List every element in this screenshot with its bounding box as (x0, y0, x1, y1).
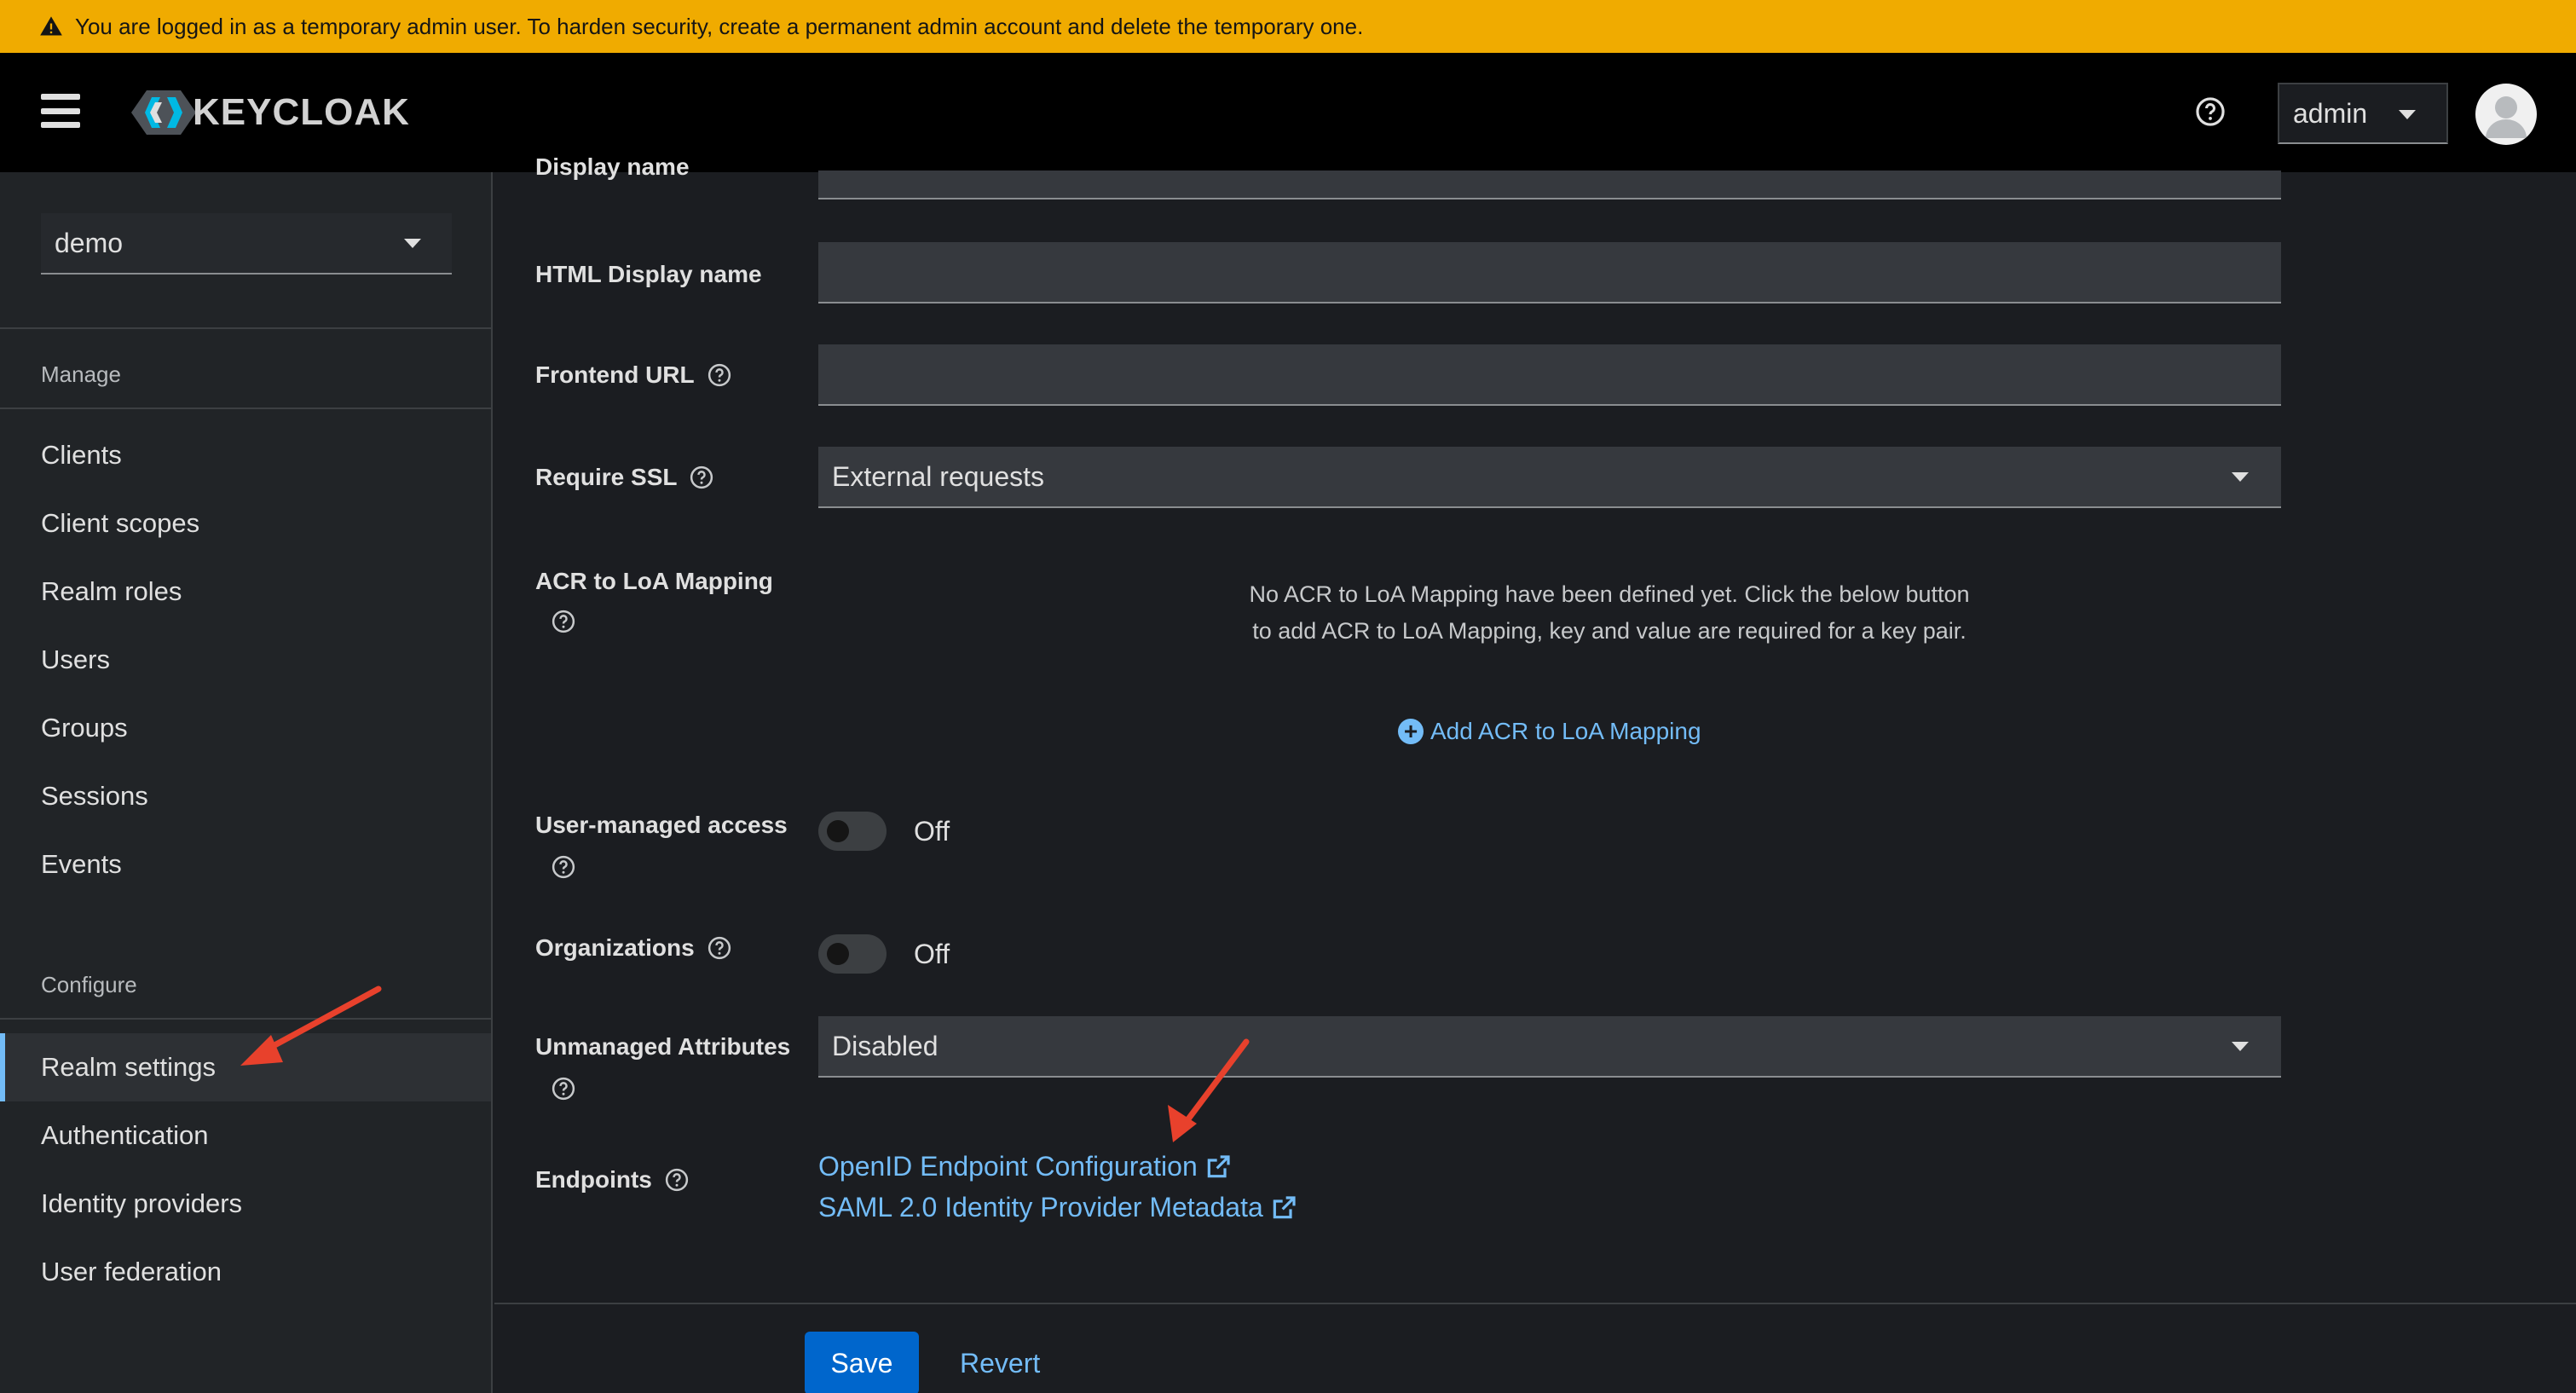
save-button[interactable]: Save (805, 1332, 919, 1393)
external-link-icon (1207, 1154, 1230, 1177)
user-menu-dropdown[interactable]: admin (2278, 83, 2448, 144)
help-icon[interactable] (707, 935, 732, 961)
help-icon[interactable] (707, 362, 732, 388)
nav-section-configure: Configure (41, 972, 137, 997)
realm-selector-label: demo (55, 227, 124, 258)
revert-button[interactable]: Revert (960, 1332, 1040, 1393)
sidebar-divider (0, 407, 493, 409)
external-link-icon (1273, 1195, 1296, 1218)
help-icon[interactable] (2194, 95, 2227, 128)
sidebar-divider (0, 1018, 493, 1020)
sidebar-item-identity-providers[interactable]: Identity providers (0, 1170, 491, 1238)
sidebar: demo Manage Clients Client scopes Realm … (0, 172, 493, 1393)
user-managed-access-toggle[interactable] (818, 812, 887, 851)
html-display-name-label-text: HTML Display name (535, 261, 762, 287)
help-icon[interactable] (689, 465, 714, 490)
frontend-url-label: Frontend URL (535, 358, 732, 392)
avatar[interactable] (2475, 84, 2537, 145)
keycloak-logo[interactable]: KEYCLOAK (130, 87, 410, 138)
frontend-url-input[interactable] (818, 344, 2281, 406)
openid-endpoint-configuration-link[interactable]: OpenID Endpoint Configuration (818, 1151, 1232, 1182)
help-icon[interactable] (551, 609, 576, 634)
acr-loa-mapping-label: ACR to LoA Mapping (535, 564, 773, 598)
require-ssl-select[interactable]: External requests (818, 447, 2281, 508)
logo-text: KEYCLOAK (193, 91, 410, 133)
sidebar-item-user-federation[interactable]: User federation (0, 1238, 491, 1306)
add-acr-loa-mapping-button[interactable]: + Add ACR to LoA Mapping (1398, 718, 1701, 745)
user-managed-access-value: Off (914, 816, 950, 847)
sidebar-item-groups[interactable]: Groups (0, 694, 491, 762)
unmanaged-attributes-select[interactable]: Disabled (818, 1016, 2281, 1078)
display-name-label: Display name (535, 153, 690, 180)
html-display-name-label: HTML Display name (535, 257, 762, 292)
saml-idp-metadata-link[interactable]: SAML 2.0 Identity Provider Metadata (818, 1192, 1297, 1223)
require-ssl-label: Require SSL (535, 460, 714, 494)
sidebar-item-realm-roles[interactable]: Realm roles (0, 558, 491, 626)
sidebar-item-client-scopes[interactable]: Client scopes (0, 489, 491, 558)
plus-circle-icon: + (1398, 718, 1424, 744)
endpoints-label: Endpoints (535, 1163, 690, 1197)
help-icon[interactable] (664, 1167, 690, 1193)
help-icon[interactable] (551, 1076, 576, 1101)
chevron-down-icon (2232, 472, 2249, 482)
html-display-name-input[interactable] (818, 242, 2281, 303)
sidebar-divider (0, 327, 493, 329)
frontend-url-label-text: Frontend URL (535, 361, 695, 388)
keycloak-logo-icon (131, 90, 196, 135)
add-acr-loa-mapping-label: Add ACR to LoA Mapping (1430, 718, 1701, 744)
acr-empty-state-text: No ACR to LoA Mapping have been defined … (1249, 581, 1970, 644)
sidebar-item-realm-settings[interactable]: Realm settings (0, 1033, 491, 1101)
chevron-down-icon (404, 239, 421, 248)
chevron-down-icon (2399, 110, 2416, 119)
unmanaged-attributes-label-text: Unmanaged Attributes (535, 1033, 791, 1060)
organizations-label: Organizations (535, 931, 732, 965)
organizations-label-text: Organizations (535, 934, 695, 961)
user-managed-access-label-text: User-managed access (535, 812, 788, 838)
require-ssl-value: External requests (832, 460, 1045, 492)
temporary-admin-warning-banner: You are logged in as a temporary admin u… (0, 0, 2576, 53)
help-icon[interactable] (551, 854, 576, 880)
openid-endpoint-configuration-label: OpenID Endpoint Configuration (818, 1151, 1198, 1182)
chevron-down-icon (2232, 1042, 2249, 1051)
masthead: KEYCLOAK admin (0, 53, 2576, 172)
saml-idp-metadata-label: SAML 2.0 Identity Provider Metadata (818, 1192, 1263, 1222)
sidebar-item-users[interactable]: Users (0, 626, 491, 694)
user-managed-access-label: User-managed access (535, 808, 788, 842)
unmanaged-attributes-label: Unmanaged Attributes (535, 1030, 790, 1064)
warning-icon (39, 14, 63, 38)
user-menu-label: admin (2293, 97, 2368, 129)
organizations-toggle[interactable] (818, 934, 887, 974)
organizations-value: Off (914, 939, 950, 969)
sidebar-item-clients[interactable]: Clients (0, 421, 491, 489)
display-name-input[interactable] (818, 171, 2281, 199)
banner-text: You are logged in as a temporary admin u… (75, 13, 1364, 39)
realm-settings-form: Display name HTML Display name Frontend … (494, 153, 2576, 1393)
form-footer-divider (494, 1303, 2576, 1304)
endpoints-label-text: Endpoints (535, 1166, 652, 1193)
unmanaged-attributes-value: Disabled (832, 1030, 939, 1061)
nav-section-manage: Manage (41, 361, 121, 387)
require-ssl-label-text: Require SSL (535, 464, 678, 490)
sidebar-item-sessions[interactable]: Sessions (0, 762, 491, 830)
acr-loa-mapping-label-text: ACR to LoA Mapping (535, 568, 773, 594)
sidebar-item-events[interactable]: Events (0, 830, 491, 899)
sidebar-item-authentication[interactable]: Authentication (0, 1101, 491, 1170)
menu-toggle-icon[interactable] (41, 94, 80, 128)
realm-selector[interactable]: demo (41, 213, 452, 275)
